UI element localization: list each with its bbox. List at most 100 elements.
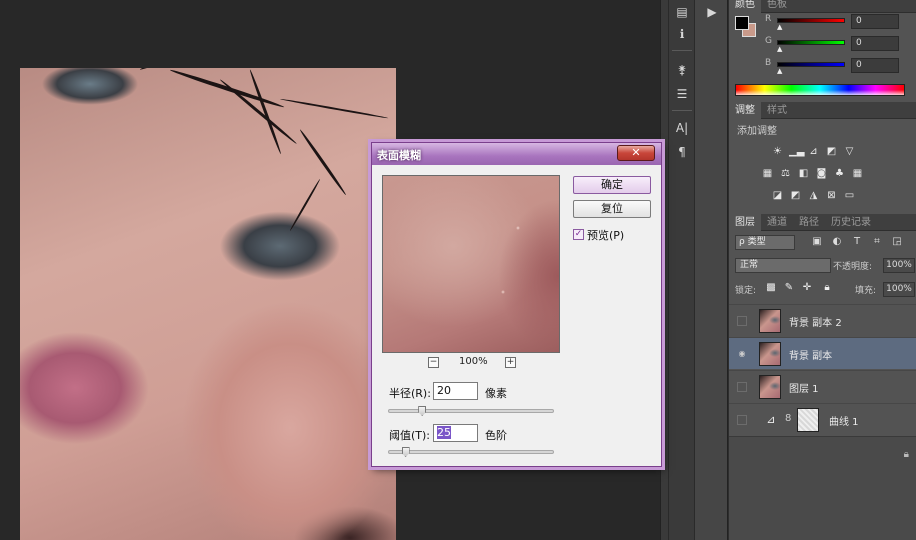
lock-pixels-icon[interactable]: ✎ bbox=[783, 282, 795, 293]
brush-settings-icon[interactable]: ☰ bbox=[673, 86, 691, 102]
channel-label: G bbox=[765, 36, 772, 46]
threshold-label: 阈值(T): bbox=[389, 429, 431, 442]
red-value-field[interactable]: 0 bbox=[851, 14, 899, 29]
green-channel-row: G ▲ 0 bbox=[765, 36, 915, 53]
exposure-icon[interactable]: ◩ bbox=[825, 146, 838, 158]
photo-filter-icon[interactable]: ◙ bbox=[815, 168, 828, 180]
fill-field[interactable]: 100% bbox=[883, 282, 915, 297]
tab-paths[interactable]: 路径 bbox=[793, 214, 825, 231]
lock-icon: 🔒︎ bbox=[903, 449, 909, 460]
visibility-toggle[interactable] bbox=[737, 316, 747, 326]
green-slider-track[interactable] bbox=[777, 40, 845, 45]
levels-icon[interactable]: ▁▃ bbox=[789, 146, 804, 158]
eye-icon[interactable]: ◉ bbox=[737, 349, 747, 359]
radius-input[interactable]: 20 bbox=[433, 382, 478, 400]
layers-empty-area: 🔒︎ bbox=[729, 436, 916, 540]
smart-object-filter-icon[interactable]: ◲ bbox=[891, 236, 903, 247]
invert-icon[interactable]: ◪ bbox=[771, 190, 784, 202]
channel-label: R bbox=[765, 14, 772, 24]
histogram-icon[interactable]: ▤ bbox=[673, 4, 691, 20]
portrait-photo bbox=[20, 68, 396, 540]
layer-thumbnail bbox=[759, 342, 781, 366]
tab-styles[interactable]: 样式 bbox=[761, 102, 793, 119]
hue-saturation-icon[interactable]: ▦ bbox=[761, 168, 774, 180]
adjustment-filter-icon[interactable]: ◐ bbox=[831, 236, 843, 247]
layer-name: 曲线 1 bbox=[829, 417, 859, 428]
lock-all-icon[interactable]: 🔒︎ bbox=[821, 282, 833, 293]
zoom-out-button[interactable]: − bbox=[428, 357, 439, 368]
info-icon[interactable]: ℹ bbox=[673, 26, 691, 42]
color-panel-tabs: 颜色 色板 bbox=[729, 0, 916, 13]
threshold-icon[interactable]: ◮ bbox=[807, 190, 820, 202]
link-icon[interactable]: 8 bbox=[785, 413, 791, 424]
radius-unit: 像素 bbox=[485, 387, 507, 400]
opacity-label: 不透明度: bbox=[833, 262, 873, 272]
close-button[interactable]: ✕ bbox=[617, 145, 655, 161]
curves-icon[interactable]: ⊿ bbox=[807, 146, 820, 158]
tab-swatches[interactable]: 色板 bbox=[761, 0, 793, 13]
zoom-level: 100% bbox=[459, 356, 488, 367]
blend-mode-select[interactable]: 正常 bbox=[735, 258, 831, 273]
color-spectrum[interactable] bbox=[735, 84, 905, 96]
preview-checkbox[interactable]: ✓ bbox=[573, 229, 584, 240]
channel-mixer-icon[interactable]: ♣ bbox=[833, 168, 846, 180]
type-filter-icon[interactable]: T bbox=[851, 236, 863, 247]
vibrance-icon[interactable]: ▽ bbox=[843, 146, 856, 158]
radius-slider[interactable] bbox=[388, 406, 554, 416]
threshold-input[interactable]: 25 bbox=[433, 424, 478, 442]
blue-value-field[interactable]: 0 bbox=[851, 58, 899, 73]
layer-row-selected[interactable]: ◉ 背景 副本 bbox=[729, 337, 916, 369]
brush-preset-icon[interactable]: ⚵ bbox=[673, 62, 691, 78]
tab-history[interactable]: 历史记录 bbox=[825, 214, 877, 231]
preview-label: 预览(P) bbox=[587, 229, 625, 242]
opacity-field[interactable]: 100% bbox=[883, 258, 915, 273]
gradient-map-icon[interactable]: ▭ bbox=[843, 190, 856, 202]
adjustments-title: 添加调整 bbox=[737, 126, 777, 137]
slider-thumb-icon[interactable]: ▲ bbox=[777, 45, 782, 53]
filter-preview[interactable] bbox=[382, 175, 560, 353]
layer-mask-thumbnail bbox=[797, 408, 819, 432]
layer-name: 图层 1 bbox=[789, 384, 819, 395]
selective-color-icon[interactable]: ⊠ bbox=[825, 190, 838, 202]
pixel-filter-icon[interactable]: ▣ bbox=[811, 236, 823, 247]
slider-thumb-icon[interactable]: ▲ bbox=[777, 67, 782, 75]
lock-position-icon[interactable]: ✛ bbox=[801, 282, 813, 293]
ok-button[interactable]: 确定 bbox=[573, 176, 651, 194]
layer-filter-bar: ρ 类型 ▣ ◐ T ⌗ ◲ bbox=[729, 233, 916, 253]
tab-layers[interactable]: 图层 bbox=[729, 214, 761, 231]
visibility-toggle[interactable] bbox=[737, 415, 747, 425]
layers-panel-tabs: 图层 通道 路径 历史记录 bbox=[729, 214, 916, 231]
shape-filter-icon[interactable]: ⌗ bbox=[871, 236, 883, 247]
dialog-titlebar[interactable]: 表面模糊 ✕ bbox=[372, 143, 661, 165]
color-lookup-icon[interactable]: ▦ bbox=[851, 168, 864, 180]
layer-row[interactable]: 背景 副本 2 bbox=[729, 304, 916, 336]
radius-label: 半径(R): bbox=[389, 387, 431, 400]
radius-slider-thumb[interactable] bbox=[418, 406, 427, 416]
posterize-icon[interactable]: ◩ bbox=[789, 190, 802, 202]
blue-slider-track[interactable] bbox=[777, 62, 845, 67]
lock-label: 锁定: bbox=[735, 286, 757, 296]
expand-panels-icon[interactable]: ▶ bbox=[703, 4, 721, 20]
brightness-icon[interactable]: ☀ bbox=[771, 146, 784, 158]
layer-kind-select[interactable]: ρ 类型 bbox=[735, 235, 795, 250]
threshold-slider-thumb[interactable] bbox=[401, 447, 410, 457]
foreground-color-swatch[interactable] bbox=[735, 16, 749, 30]
layer-row[interactable]: 图层 1 bbox=[729, 370, 916, 402]
character-icon[interactable]: A| bbox=[673, 120, 691, 136]
red-slider-track[interactable] bbox=[777, 18, 845, 23]
paragraph-icon[interactable]: ¶ bbox=[673, 144, 691, 160]
black-white-icon[interactable]: ◧ bbox=[797, 168, 810, 180]
color-balance-icon[interactable]: ⚖ bbox=[779, 168, 792, 180]
reset-button[interactable]: 复位 bbox=[573, 200, 651, 218]
lock-transparency-icon[interactable]: ▩ bbox=[765, 282, 777, 293]
threshold-slider[interactable] bbox=[388, 447, 554, 457]
green-value-field[interactable]: 0 bbox=[851, 36, 899, 51]
tab-color[interactable]: 颜色 bbox=[729, 0, 761, 13]
tab-adjustments[interactable]: 调整 bbox=[729, 102, 761, 119]
visibility-toggle[interactable] bbox=[737, 382, 747, 392]
tab-channels[interactable]: 通道 bbox=[761, 214, 793, 231]
zoom-in-button[interactable]: + bbox=[505, 357, 516, 368]
slider-thumb-icon[interactable]: ▲ bbox=[777, 23, 782, 31]
layer-row[interactable]: ⊿ 8 曲线 1 bbox=[729, 403, 916, 435]
red-channel-row: R ▲ 0 bbox=[765, 14, 915, 31]
